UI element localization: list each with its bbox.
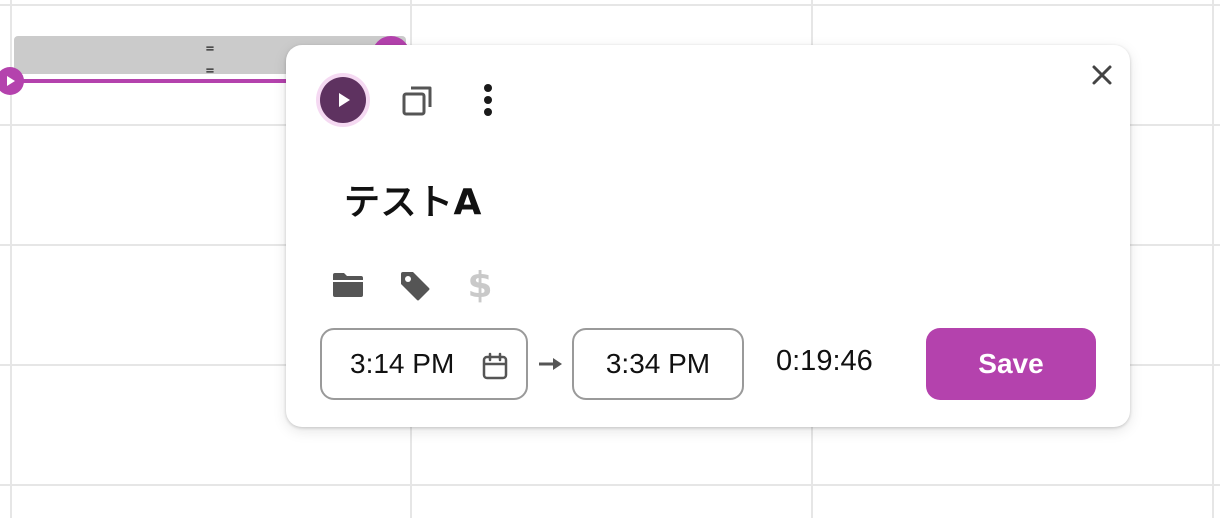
more-vertical-icon [484, 96, 492, 104]
play-icon [339, 93, 350, 107]
play-marker-icon [7, 76, 15, 86]
calendar-icon[interactable] [482, 352, 508, 380]
start-time-value: 3:14 PM [350, 348, 455, 379]
entry-description[interactable]: テストA [344, 173, 482, 225]
handle-glyph: = [205, 41, 215, 57]
more-options-button[interactable] [474, 81, 502, 119]
grid-line [0, 4, 1220, 6]
duplicate-button[interactable] [400, 83, 436, 119]
more-vertical-icon [484, 108, 492, 116]
resize-handle[interactable]: = = [202, 38, 218, 82]
folder-icon [333, 273, 363, 297]
grid-line [1212, 0, 1214, 518]
time-entry-popup: テストA $ 3:14 PM 3:34 PM 0:19:46 Save [286, 45, 1130, 427]
save-button[interactable]: Save [926, 328, 1096, 400]
tag-button[interactable] [398, 269, 432, 303]
start-timer-button[interactable] [316, 73, 370, 127]
duration-field[interactable]: 0:19:46 [776, 345, 873, 378]
start-time-field[interactable]: 3:14 PM [320, 328, 528, 400]
tag-icon [401, 272, 430, 301]
project-button[interactable] [330, 269, 366, 301]
grid-line [0, 484, 1220, 486]
close-button[interactable] [1088, 61, 1116, 89]
close-icon [1092, 65, 1112, 85]
current-time-marker [0, 67, 24, 95]
arrow-right-icon [539, 358, 562, 370]
current-time-line [10, 79, 300, 83]
end-time-value: 3:34 PM [605, 348, 711, 379]
billable-toggle[interactable]: $ [464, 265, 496, 306]
play-button-face [320, 77, 366, 123]
end-time-field[interactable]: 3:34 PM [572, 328, 744, 400]
more-vertical-icon [484, 84, 492, 92]
duplicate-icon [402, 86, 432, 116]
